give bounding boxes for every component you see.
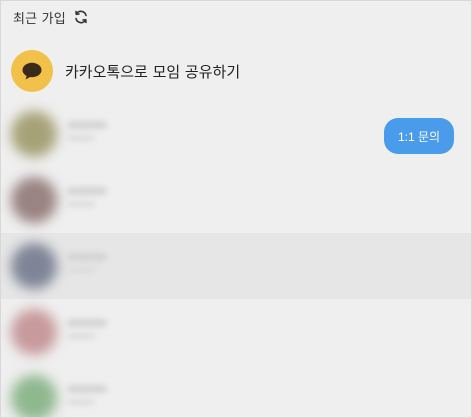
- section-title: 최근 가입: [13, 11, 66, 27]
- member-info-blurred: [67, 135, 95, 141]
- section-header: 최근 가입: [13, 7, 90, 27]
- member-row[interactable]: [1, 167, 471, 233]
- avatar: [11, 243, 57, 289]
- member-info-blurred: [67, 333, 95, 339]
- member-row[interactable]: [1, 365, 471, 417]
- avatar: [11, 111, 57, 157]
- avatar: [11, 375, 57, 417]
- member-name-blurred: [67, 253, 107, 261]
- member-name-blurred: [67, 121, 107, 129]
- speech-bubble-icon: [22, 62, 42, 80]
- refresh-icon: [75, 10, 87, 24]
- member-name-blurred: [67, 319, 107, 327]
- recent-members-panel: 최근 가입 카카오톡으로 모임 공유하기 1:1 문의: [0, 0, 472, 418]
- avatar: [11, 177, 57, 223]
- member-list: [1, 101, 471, 417]
- kakao-logo: [11, 50, 53, 92]
- refresh-button[interactable]: [72, 8, 90, 26]
- kakao-share-label: 카카오톡으로 모임 공유하기: [65, 62, 241, 81]
- member-name-blurred: [67, 385, 107, 393]
- member-info-blurred: [67, 267, 95, 273]
- member-row[interactable]: [1, 299, 471, 365]
- member-info-blurred: [67, 201, 95, 207]
- member-row[interactable]: [1, 101, 471, 167]
- kakao-share-button[interactable]: 카카오톡으로 모임 공유하기: [11, 50, 240, 92]
- avatar: [11, 309, 57, 355]
- member-name-blurred: [67, 187, 107, 195]
- member-info-blurred: [67, 399, 95, 405]
- member-row[interactable]: [1, 233, 471, 299]
